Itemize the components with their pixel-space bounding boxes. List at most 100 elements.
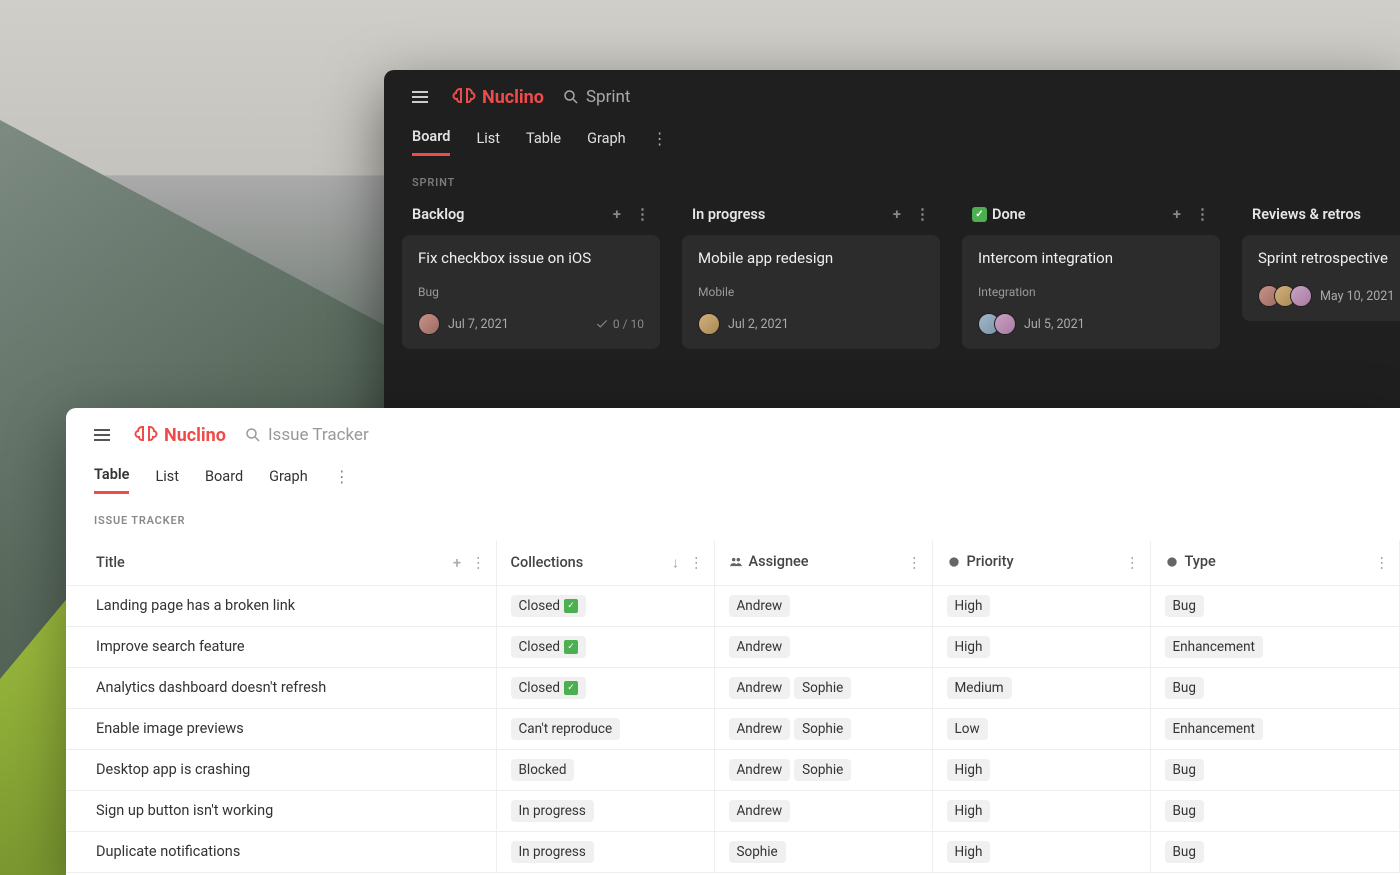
assignee-pill[interactable]: Andrew [729, 595, 791, 617]
assignee-pill[interactable]: Andrew [729, 636, 791, 658]
col-header-collections[interactable]: Collections ↓ ⋮ [496, 541, 714, 585]
assignee-pill[interactable]: Andrew [729, 759, 791, 781]
priority-pill[interactable]: Low [947, 718, 988, 740]
col-header-assignee[interactable]: Assignee ⋮ [714, 541, 932, 585]
type-pill[interactable]: Bug [1165, 677, 1204, 699]
cell-collection: Can't reproduce [496, 708, 714, 749]
search-icon [244, 426, 262, 444]
table-row[interactable]: Duplicate notificationsIn progressSophie… [66, 831, 1400, 872]
cell-priority: Low [932, 708, 1150, 749]
add-icon[interactable]: + [453, 554, 461, 571]
col-label: Title [96, 554, 125, 571]
type-pill[interactable]: Bug [1165, 759, 1204, 781]
column-menu-icon[interactable]: ⋮ [635, 205, 650, 223]
issue-table: Title + ⋮ Collections ↓ ⋮ [66, 541, 1400, 873]
menu-icon[interactable] [88, 423, 116, 447]
column-menu-icon[interactable]: ⋮ [1375, 554, 1390, 571]
topbar: Nuclino Sprint [384, 70, 1400, 118]
assignee-pill[interactable]: Andrew [729, 718, 791, 740]
table-row[interactable]: Analytics dashboard doesn't refreshClose… [66, 667, 1400, 708]
brain-icon [134, 423, 158, 447]
collection-pill[interactable]: Can't reproduce [511, 718, 621, 740]
board-card[interactable]: Intercom integrationIntegrationJul 5, 20… [962, 235, 1220, 349]
add-card-icon[interactable]: + [613, 205, 621, 223]
board-column: Reviews & retros+⋮Sprint retrospectiveMa… [1242, 203, 1400, 363]
section-label: ISSUE TRACKER [66, 496, 1400, 541]
table-row[interactable]: Desktop app is crashingBlockedAndrewSoph… [66, 749, 1400, 790]
board-card[interactable]: Mobile app redesignMobileJul 2, 2021 [682, 235, 940, 349]
priority-pill[interactable]: Medium [947, 677, 1012, 699]
col-header-title[interactable]: Title + ⋮ [66, 541, 496, 585]
assignee-pill[interactable]: Andrew [729, 800, 791, 822]
tab-list[interactable]: List [476, 122, 500, 155]
more-views-icon[interactable]: ⋮ [334, 467, 350, 486]
type-pill[interactable]: Bug [1165, 595, 1204, 617]
collection-pill[interactable]: Blocked [511, 759, 575, 781]
table-row[interactable]: Landing page has a broken linkClosed✓And… [66, 585, 1400, 626]
column-menu-icon[interactable]: ⋮ [907, 554, 922, 571]
priority-pill[interactable]: High [947, 595, 991, 617]
assignee-pill[interactable]: Sophie [729, 841, 786, 863]
collection-pill[interactable]: In progress [511, 800, 594, 822]
card-date: Jul 5, 2021 [1024, 317, 1085, 332]
cell-assignee: Andrew [714, 585, 932, 626]
search-placeholder: Issue Tracker [268, 425, 369, 445]
assignee-pill[interactable]: Sophie [794, 759, 851, 781]
column-actions: +⋮ [893, 205, 930, 223]
tab-graph[interactable]: Graph [587, 122, 626, 155]
priority-pill[interactable]: High [947, 636, 991, 658]
collection-pill[interactable]: In progress [511, 841, 594, 863]
column-menu-icon[interactable]: ⋮ [915, 205, 930, 223]
cell-type: Enhancement [1150, 708, 1400, 749]
table-row[interactable]: Sign up button isn't workingIn progressA… [66, 790, 1400, 831]
priority-pill[interactable]: High [947, 841, 991, 863]
more-views-icon[interactable]: ⋮ [652, 129, 668, 148]
type-pill[interactable]: Enhancement [1165, 718, 1263, 740]
brand-name: Nuclino [164, 425, 226, 446]
board-column: In progress+⋮Mobile app redesignMobileJu… [682, 203, 940, 363]
tab-graph[interactable]: Graph [269, 460, 308, 493]
check-icon: ✓ [564, 599, 578, 613]
add-card-icon[interactable]: + [1173, 205, 1181, 223]
col-header-type[interactable]: Type ⋮ [1150, 541, 1400, 585]
tab-list[interactable]: List [155, 460, 179, 493]
card-tag: Mobile [698, 285, 924, 299]
menu-icon[interactable] [406, 85, 434, 109]
add-card-icon[interactable]: + [893, 205, 901, 223]
assignee-pill[interactable]: Andrew [729, 677, 791, 699]
sort-down-icon[interactable]: ↓ [672, 554, 679, 571]
tab-table[interactable]: Table [526, 122, 561, 155]
column-menu-icon[interactable]: ⋮ [1125, 554, 1140, 571]
type-pill[interactable]: Enhancement [1165, 636, 1263, 658]
assignee-pill[interactable]: Sophie [794, 718, 851, 740]
avatar-group [418, 313, 440, 335]
collection-pill[interactable]: Closed✓ [511, 636, 587, 658]
search-input[interactable]: Sprint [562, 87, 630, 107]
priority-pill[interactable]: High [947, 800, 991, 822]
cell-priority: High [932, 749, 1150, 790]
avatar [418, 313, 440, 335]
board-card[interactable]: Sprint retrospectiveMay 10, 2021 [1242, 235, 1400, 321]
view-tabs: Table List Board Graph ⋮ [66, 456, 1400, 496]
col-header-priority[interactable]: Priority ⋮ [932, 541, 1150, 585]
table-row[interactable]: Enable image previewsCan't reproduceAndr… [66, 708, 1400, 749]
type-pill[interactable]: Bug [1165, 841, 1204, 863]
priority-pill[interactable]: High [947, 759, 991, 781]
tab-board[interactable]: Board [205, 460, 243, 493]
collection-pill[interactable]: Closed✓ [511, 677, 587, 699]
assignee-pill[interactable]: Sophie [794, 677, 851, 699]
brand-logo[interactable]: Nuclino [452, 85, 544, 109]
board-card[interactable]: Fix checkbox issue on iOSBugJul 7, 20210… [402, 235, 660, 349]
brand-logo[interactable]: Nuclino [134, 423, 226, 447]
tab-table[interactable]: Table [94, 458, 129, 494]
collection-pill[interactable]: Closed✓ [511, 595, 587, 617]
search-input[interactable]: Issue Tracker [244, 425, 369, 445]
card-tag: Bug [418, 285, 644, 299]
tab-board[interactable]: Board [412, 120, 450, 156]
column-menu-icon[interactable]: ⋮ [471, 554, 486, 571]
table-row[interactable]: Improve search featureClosed✓AndrewHighE… [66, 626, 1400, 667]
cell-type: Bug [1150, 790, 1400, 831]
type-pill[interactable]: Bug [1165, 800, 1204, 822]
column-menu-icon[interactable]: ⋮ [689, 554, 704, 571]
column-menu-icon[interactable]: ⋮ [1195, 205, 1210, 223]
